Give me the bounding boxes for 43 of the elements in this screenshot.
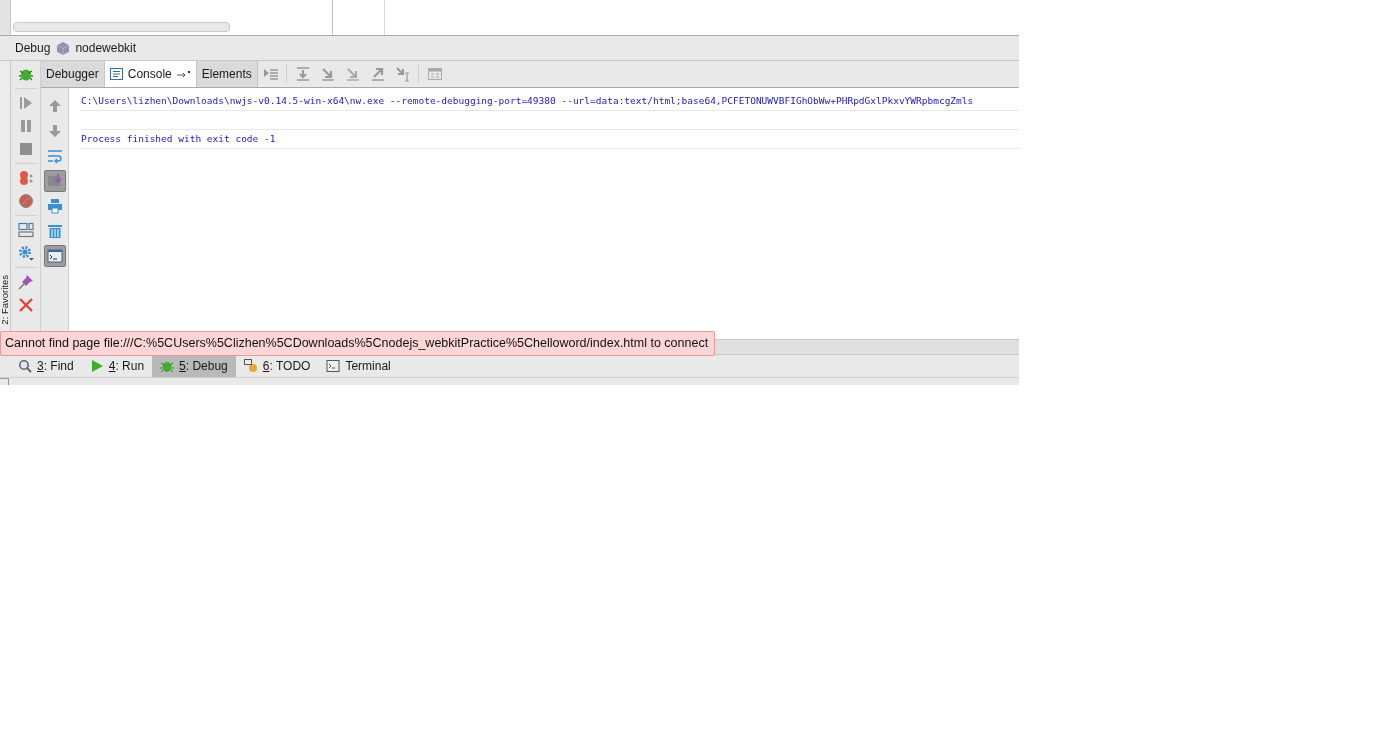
evaluate-icon[interactable] [426,66,443,82]
panel-tab[interactable]: Elements [196,61,258,87]
terminal-icon [46,248,63,264]
step-out-icon[interactable] [369,66,386,82]
trash-icon [46,223,63,239]
step-into-icon[interactable] [319,66,336,82]
resume-icon[interactable] [17,95,34,111]
show-execution-point-icon[interactable] [262,66,279,82]
wrap-icon [46,148,63,164]
run-to-cursor-icon[interactable] [394,66,411,82]
scroll-toggle[interactable] [43,170,66,192]
panel-title: Debug [15,41,51,55]
console-output-line: Process finished with exit code -1 [81,133,276,144]
mute-breakpoints-icon[interactable] [17,193,34,209]
layout-icon[interactable] [17,222,34,238]
play-icon [89,359,104,373]
tool-window-button[interactable]: 6: TODO [235,355,319,377]
todo-icon [243,359,258,373]
tool-window-button[interactable]: 3: Find [10,355,82,377]
cube-icon [57,41,70,55]
panel-tab[interactable]: Console [104,61,197,87]
console-icon [109,68,123,80]
force-step-into-icon[interactable] [344,66,361,82]
pin-icon[interactable] [17,274,34,290]
print-icon [46,198,63,214]
terminal-toggle[interactable] [43,245,66,267]
bug-icon [160,359,175,373]
panel-tab[interactable]: Debugger [41,61,105,87]
tool-window-button[interactable]: 4: Run [81,355,153,377]
scroll-down-icon [46,173,63,189]
tool-window-button[interactable]: Terminal [318,355,399,377]
step-over-icon[interactable] [294,66,311,82]
breakpoints-icon[interactable] [17,170,34,186]
configuration-name: nodewebkit [75,41,137,55]
settings-icon[interactable] [17,245,34,261]
close-icon[interactable] [17,297,34,313]
error-tooltip: Cannot find page file:///C:%5CUsers%5Clizhen%5CDownloads%5Cnodejs_webkitPractice%5Chelloword/index.html to connect [0,331,716,356]
tool-window-button[interactable]: 5: Debug [152,355,236,377]
stop-icon[interactable] [17,141,34,157]
console-output-line: C:\Users\lizhen\Downloads\nwjs-v0.14.5-win-x64\nw.exe --remote-debugging-port=49380 --url=data:text/html;base64,PCFETONUWVBFIGhObWw+PHRpdGxlPkxvYWRpbmcgZmls [81,95,974,106]
terminal-icon [326,359,341,373]
search-icon [18,359,32,373]
scrollbar-thumb[interactable] [13,22,230,32]
